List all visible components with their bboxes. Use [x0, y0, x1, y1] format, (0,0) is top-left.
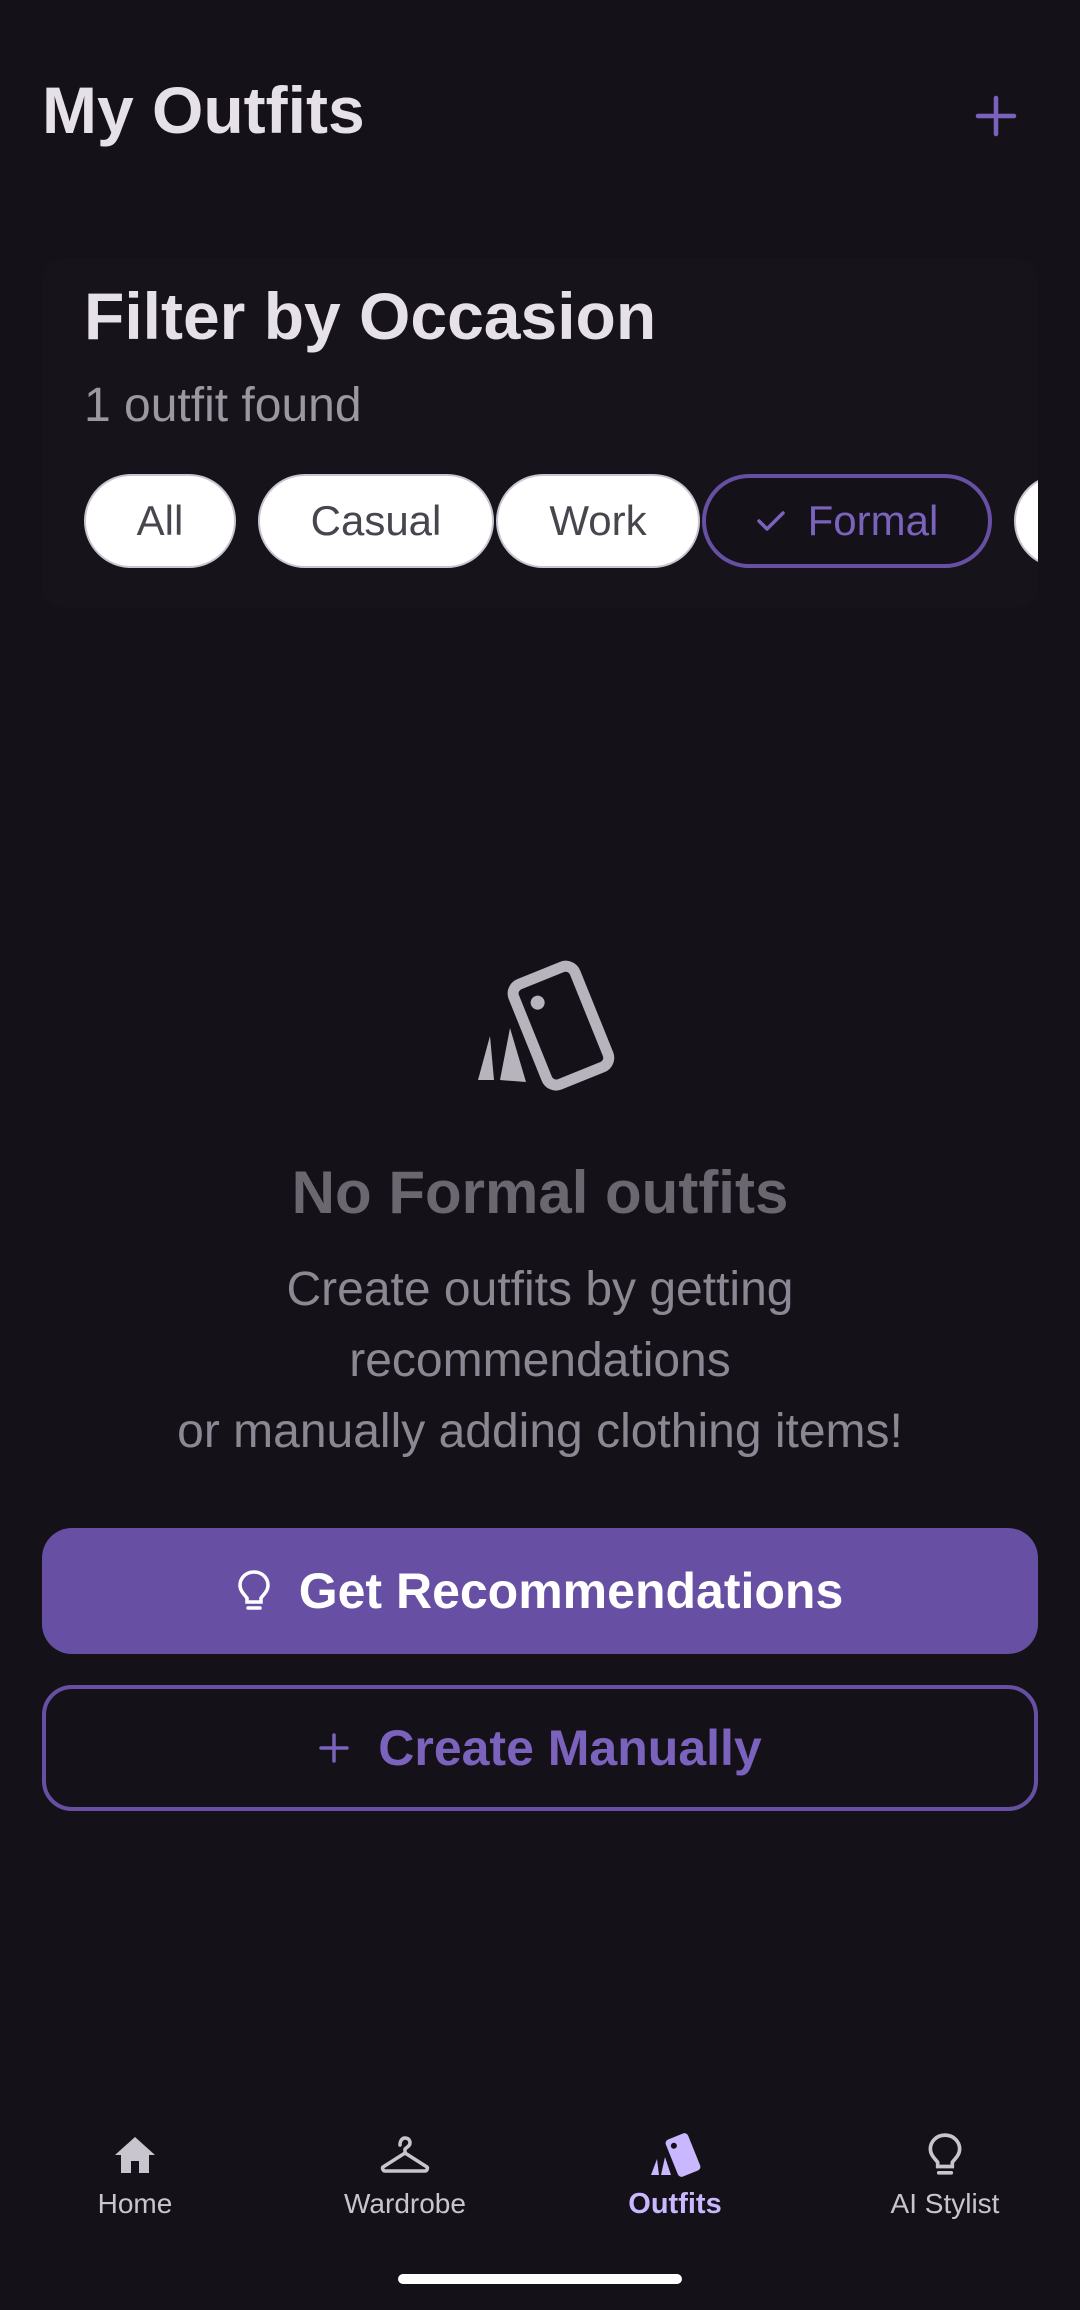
chip-label: Formal [807, 497, 939, 544]
create-manually-button[interactable]: Create Manually [42, 1685, 1038, 1811]
empty-state-line: recommendations [349, 1334, 731, 1387]
nav-label: Wardrobe [344, 2188, 466, 2219]
chip-label: Casual [310, 497, 442, 544]
filter-card: Filter by Occasion 1 outfit found All Ca… [42, 258, 1038, 608]
page-title: My Outfits [42, 73, 365, 147]
occasion-chips: All Casual Work Formal [84, 474, 1038, 570]
lightbulb-icon [915, 2128, 975, 2182]
chip-all[interactable]: All [84, 474, 236, 568]
outfit-cards-icon [460, 958, 620, 1098]
chip-formal[interactable]: Formal [702, 474, 992, 568]
get-recommendations-button[interactable]: Get Recommendations [42, 1528, 1038, 1654]
check-icon [756, 509, 786, 533]
app-bar: My Outfits [0, 0, 1080, 230]
plus-icon [318, 1732, 350, 1764]
chip-label: Work [549, 497, 647, 544]
filter-title: Filter by Occasion [84, 279, 657, 353]
plus-icon [975, 95, 1017, 137]
home-indicator[interactable] [398, 2274, 682, 2284]
outfit-cards-icon [645, 2128, 705, 2182]
nav-label: AI Stylist [890, 2188, 1000, 2219]
hanger-icon [375, 2128, 435, 2182]
chip-more[interactable] [1014, 474, 1038, 568]
nav-item-wardrobe[interactable]: Wardrobe [270, 2128, 540, 2248]
button-label: Get Recommendations [298, 1563, 844, 1619]
empty-state-title: No Formal outfits [291, 1159, 789, 1226]
chip-casual[interactable]: Casual [258, 474, 494, 568]
empty-state-line: or manually adding clothing items! [177, 1405, 903, 1458]
results-count: 1 outfit found [84, 379, 362, 432]
home-icon [105, 2128, 165, 2182]
nav-label: Outfits [628, 2188, 722, 2220]
add-outfit-button[interactable] [960, 80, 1032, 152]
chip-label: All [136, 497, 184, 544]
empty-state-description: Create outfits by getting recommendation… [60, 1254, 1020, 1467]
nav-label: Home [97, 2188, 173, 2219]
empty-state-line: Create outfits by getting [286, 1263, 794, 1316]
button-label: Create Manually [378, 1720, 762, 1776]
nav-item-outfits[interactable]: Outfits [540, 2128, 810, 2248]
nav-item-home[interactable]: Home [0, 2128, 270, 2248]
nav-item-ai-stylist[interactable]: AI Stylist [810, 2128, 1080, 2248]
lightbulb-icon [237, 1569, 271, 1613]
outfits-screen: My Outfits Filter by Occasion 1 outfit f… [0, 0, 1080, 2310]
chip-work[interactable]: Work [496, 474, 700, 568]
